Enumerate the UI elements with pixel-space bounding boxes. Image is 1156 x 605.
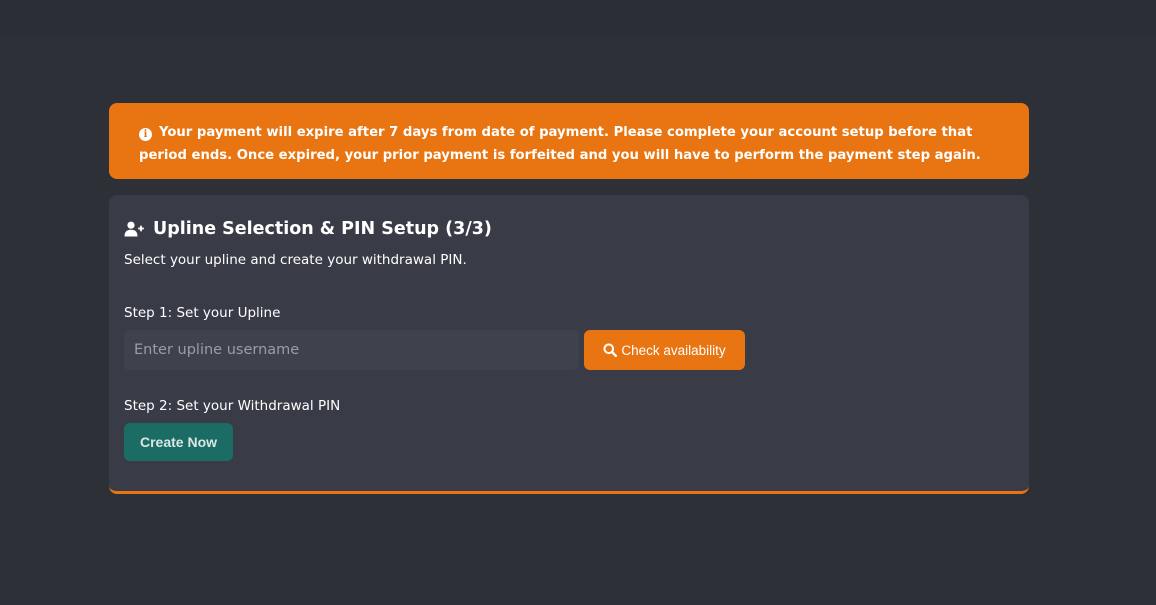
upline-username-input[interactable] [124,330,579,370]
user-plus-icon [124,221,144,237]
check-availability-button[interactable]: Check availability [584,330,745,370]
alert-message: Your payment will expire after 7 days fr… [139,125,981,163]
search-icon [603,343,618,357]
step1-label: Step 1: Set your Upline [124,305,281,321]
create-pin-button[interactable]: Create Now [124,423,233,461]
check-availability-label: Check availability [621,342,726,358]
card-heading: Upline Selection & PIN Setup (3/3) [124,217,492,241]
info-circle-icon: i [139,128,152,141]
top-bar [0,0,1156,36]
page-title: Upline Selection & PIN Setup (3/3) [153,219,492,239]
payment-expiry-alert: i Your payment will expire after 7 days f… [109,103,1029,179]
step2-label: Step 2: Set your Withdrawal PIN [124,398,341,414]
card-subtitle: Select your upline and create your withd… [124,252,467,268]
upline-setup-card: Upline Selection & PIN Setup (3/3) Selec… [109,195,1029,494]
